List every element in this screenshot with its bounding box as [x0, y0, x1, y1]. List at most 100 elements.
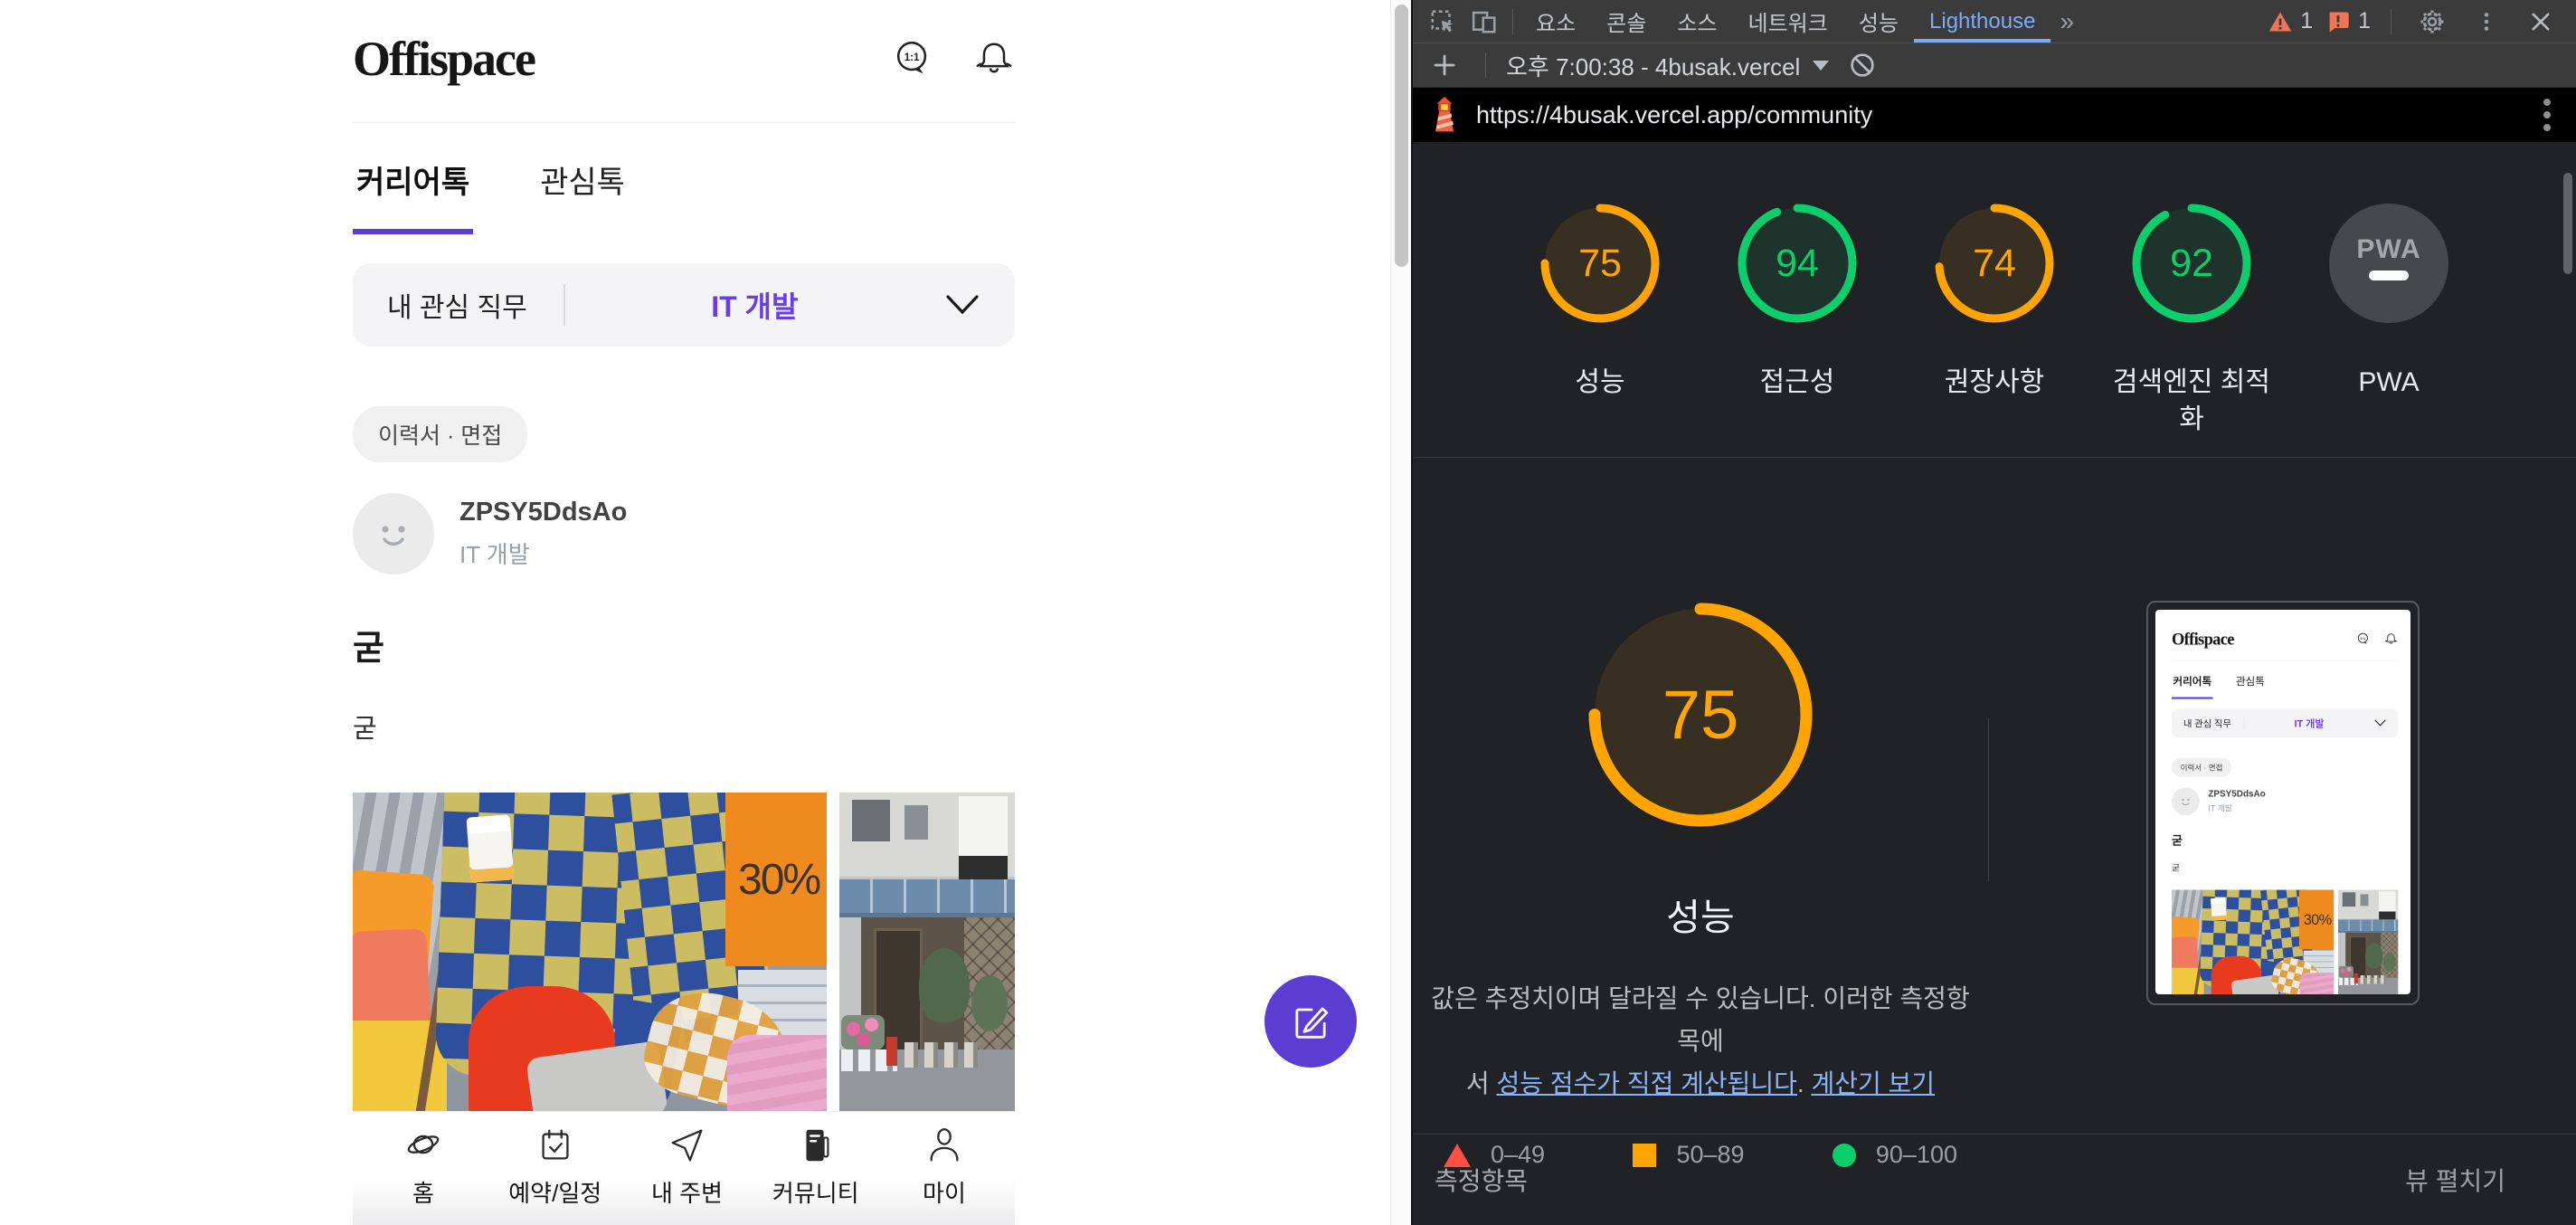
devtools-panel: 요소 콘솔 소스 네트워크 성능 Lighthouse » 1: [1411, 0, 2576, 1225]
write-post-fab[interactable]: [1264, 975, 1357, 1068]
chat-1to1-icon: 1:1: [2355, 631, 2370, 646]
app-header: Offispace 1:1: [2172, 619, 2398, 661]
tab-sources[interactable]: 소스: [1662, 0, 1732, 43]
score-accessibility[interactable]: 94 접근성: [1719, 202, 1876, 402]
bottom-nav: 홈 예약/일정 내 주변: [353, 1111, 1015, 1225]
app-tabs: 커리어톡 관심톡: [2172, 673, 2398, 699]
app-content: Offispace 1:1: [2172, 619, 2398, 994]
performance-category: 75 성능 값은 추정치이며 달라질 수 있습니다. 이러한 측정항목에 서 성…: [1413, 458, 2576, 1134]
post-photos: 30%: [353, 793, 1015, 1116]
photo-storefront: [2337, 890, 2397, 994]
score-pwa[interactable]: PWA PWA: [2310, 202, 2467, 402]
lighthouse-run-bar: 오후 7:00:38 - 4busak.vercel: [1413, 43, 2576, 88]
device-toolbar-icon[interactable]: [1463, 0, 1505, 43]
app-logo: Offispace: [353, 31, 535, 87]
app-header: Offispace 1:1: [353, 0, 1015, 123]
app-logo: Offispace: [2172, 629, 2234, 648]
accessibility-gauge: 94: [1736, 202, 1859, 325]
category-description: 값은 추정치이며 달라질 수 있습니다. 이러한 측정항목에 서 성능 점수가 …: [1429, 977, 1972, 1105]
discount-sign: 30%: [725, 793, 827, 966]
job-filter-value: IT 개발: [2244, 716, 2373, 730]
expand-view-toggle[interactable]: 뷰 펼치기: [2405, 1162, 2505, 1198]
chevron-down-icon: [944, 293, 980, 317]
tab-interest-talk: 관심톡: [2234, 673, 2266, 699]
discount-sign: 30%: [2298, 890, 2333, 950]
metrics-title: 측정항목: [1435, 1162, 1528, 1198]
warnings-badge[interactable]: 1: [2268, 8, 2313, 34]
score-calc-link[interactable]: 성능 점수가 직접 계산됩니다: [1496, 1069, 1796, 1097]
divider: [1512, 9, 1513, 34]
author-job: IT 개발: [2208, 802, 2265, 814]
calculator-link[interactable]: 계산기 보기: [1811, 1069, 1935, 1097]
devtools-scrollbar-thumb[interactable]: [2563, 173, 2572, 274]
orange-square-icon: [1633, 1144, 1656, 1167]
tab-career-talk[interactable]: 커리어톡: [353, 157, 473, 234]
pwa-badge: PWA: [2327, 202, 2450, 325]
job-filter-dropdown[interactable]: 내 관심 직무 IT 개발: [353, 263, 1015, 347]
score-seo[interactable]: 92 검색엔진 최적화: [2113, 202, 2270, 438]
tab-console[interactable]: 콘솔: [1591, 0, 1662, 43]
report-selector-dropdown[interactable]: 오후 7:00:38 - 4busak.vercel: [1506, 49, 1829, 82]
photo-storefront[interactable]: [839, 793, 1015, 1116]
best-practices-gauge: 74: [1933, 202, 2056, 325]
nav-item-home[interactable]: 홈: [380, 1125, 467, 1225]
avatar: [353, 493, 434, 575]
post-author-row[interactable]: ZPSY5DdsAo IT 개발: [353, 493, 1015, 575]
bell-icon: [2383, 631, 2398, 646]
edit-pencil-icon: [1287, 998, 1334, 1045]
calendar-check-icon: [535, 1125, 576, 1166]
lighthouse-report: 75 성능 94 접근성: [1413, 142, 2576, 1225]
post-photos: 30%: [2172, 890, 2398, 994]
page-screenshot-thumbnail: Offispace 1:1: [2146, 601, 2420, 1005]
new-report-plus-icon[interactable]: [1424, 44, 1465, 87]
photo-knit-shop[interactable]: 30%: [353, 793, 827, 1116]
nav-item-nearby[interactable]: 내 주변: [643, 1125, 730, 1225]
caret-down-icon: [1813, 61, 1829, 71]
report-kebab-icon[interactable]: [2536, 95, 2558, 135]
svg-text:PWA: PWA: [2356, 234, 2420, 264]
screen: Offispace 1:1: [0, 0, 2576, 1225]
clear-reports-icon[interactable]: [1842, 44, 1883, 87]
job-filter-value: IT 개발: [565, 284, 944, 326]
report-url: https://4busak.vercel.app/community: [1476, 101, 1872, 129]
performance-gauge: 75: [1539, 202, 1662, 325]
photo-knit-shop: 30%: [2172, 890, 2334, 994]
post-title: 굳: [353, 620, 1015, 669]
tab-network[interactable]: 네트워크: [1733, 0, 1843, 43]
chat-1to1-icon[interactable]: 1:1: [892, 38, 933, 80]
nav-item-reservation[interactable]: 예약/일정: [508, 1125, 601, 1225]
nav-item-my[interactable]: 마이: [901, 1125, 988, 1225]
settings-gear-icon[interactable]: [2411, 0, 2453, 43]
devtools-toolbar: 요소 콘솔 소스 네트워크 성능 Lighthouse » 1: [1413, 0, 2576, 43]
page-scrollbar-thumb[interactable]: [1395, 5, 1408, 267]
svg-text:1:1: 1:1: [904, 52, 920, 62]
nav-item-community[interactable]: 커뮤니티: [772, 1125, 859, 1225]
score-summary: 75 성능 94 접근성: [1413, 142, 2576, 457]
kebab-menu-icon[interactable]: [2466, 0, 2507, 43]
page-scrollbar[interactable]: [1390, 0, 1411, 1225]
planet-icon: [402, 1125, 444, 1166]
tab-career-talk: 커리어톡: [2172, 673, 2213, 699]
seo-gauge: 92: [2130, 202, 2253, 325]
svg-text:1:1: 1:1: [2360, 636, 2365, 641]
navigation-arrow-icon: [666, 1125, 707, 1166]
post-category-tag[interactable]: 이력서 · 면접: [353, 406, 527, 462]
score-performance[interactable]: 75 성능: [1521, 202, 1679, 402]
inspect-element-icon[interactable]: [1422, 0, 1463, 43]
person-icon: [923, 1125, 965, 1166]
divider: [1485, 52, 1486, 78]
performance-big-gauge: 75: [1585, 599, 1816, 831]
bell-icon[interactable]: [973, 38, 1015, 80]
more-tabs-icon[interactable]: »: [2050, 7, 2083, 36]
issues-badge[interactable]: 1: [2325, 8, 2371, 34]
tab-interest-talk[interactable]: 관심톡: [536, 157, 629, 234]
close-devtools-icon[interactable]: [2520, 0, 2562, 43]
score-best-practices[interactable]: 74 권장사항: [1916, 202, 2073, 402]
legend-average: 50–89: [1633, 1141, 1744, 1169]
community-book-icon: [795, 1125, 837, 1166]
tab-lighthouse[interactable]: Lighthouse: [1914, 0, 2050, 43]
author-name: ZPSY5DdsAo: [2208, 789, 2265, 799]
post-title: 굳: [2172, 831, 2398, 848]
tab-performance[interactable]: 성능: [1843, 0, 1914, 43]
tab-elements[interactable]: 요소: [1520, 0, 1591, 43]
